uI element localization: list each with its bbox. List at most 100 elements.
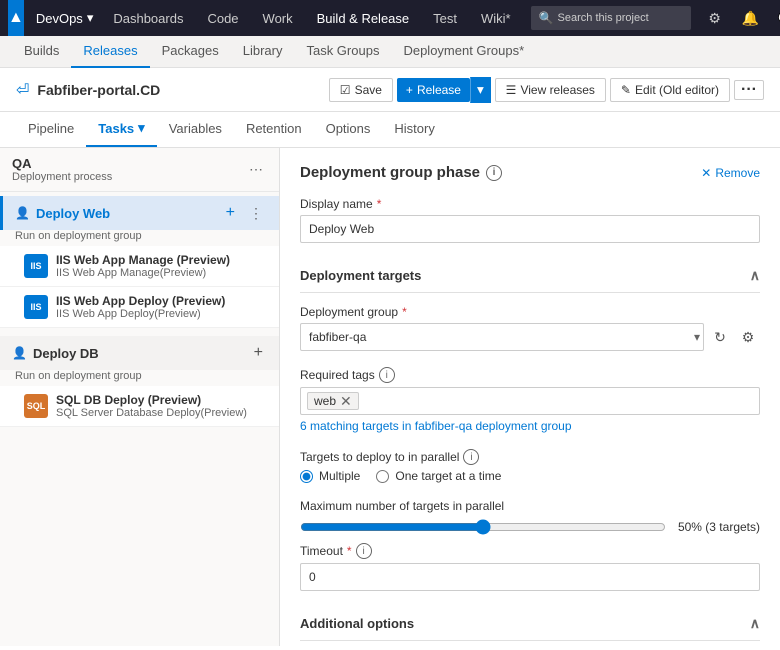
search-icon: 🔍 [539,11,554,25]
deploy-db-subtitle: Run on deployment group [0,370,279,386]
deployment-group-row: fabfiber-qa ▾ ↻ ⚙ [300,323,760,351]
deployment-group-settings-button[interactable]: ⚙ [736,325,760,349]
tab-variables[interactable]: Variables [157,111,234,147]
deployment-group-select-wrapper: fabfiber-qa ▾ [300,323,704,351]
edit-icon: ✎ [621,83,631,97]
header-actions: ☑ Save + Release ▾ ☰ View releases ✎ Edi… [329,77,764,103]
task-iis-manage-title: IIS Web App Manage (Preview) [56,253,267,267]
tab-options[interactable]: Options [314,111,383,147]
tab-history[interactable]: History [382,111,446,147]
refresh-deployment-group-button[interactable]: ↻ [708,325,732,349]
search-bar[interactable]: 🔍 Search this project [531,6,691,30]
azure-devops-logo[interactable]: ▲ [8,0,24,36]
subnav-deployment-groups[interactable]: Deployment Groups* [391,36,536,68]
remove-button[interactable]: ✕ Remove [701,166,760,180]
right-panel: Deployment group phase i ✕ Remove Displa… [280,148,780,646]
nav-dashboards[interactable]: Dashboards [101,0,195,36]
deploy-web-title: Deploy Web [36,206,216,221]
add-db-task-button[interactable]: + [250,342,267,364]
deployment-group-label: Deployment group * [300,305,760,319]
tab-retention[interactable]: Retention [234,111,314,147]
required-tags-info-icon[interactable]: i [379,367,395,383]
stage-name: QA [12,156,112,171]
display-name-section: Display name * [300,197,760,243]
list-icon: ☰ [506,83,517,97]
notifications-icon[interactable]: 🔔 [735,2,767,34]
slider-value-display: 50% (3 targets) [678,520,760,534]
stage-more-icon[interactable]: ⋯ [245,159,267,180]
deploy-db-group: 👤 Deploy DB + Run on deployment group SQ… [0,336,279,427]
tab-tasks[interactable]: Tasks ▾ [86,111,156,147]
phase-title-info-icon[interactable]: i [486,165,502,181]
nav-icon-group: ⚙ 🔔 💬 YL [699,2,780,34]
radio-multiple[interactable]: Multiple [300,469,360,483]
sql-deploy-icon: SQL [24,394,48,418]
deployment-group-select[interactable]: fabfiber-qa [300,323,704,351]
pipeline-header: ⏎ Fabfiber-portal.CD ☑ Save + Release ▾ … [0,68,780,112]
top-navigation: ▲ DevOps ▾ Dashboards Code Work Build & … [0,0,780,36]
subnav-packages[interactable]: Packages [150,36,231,68]
subnav-library[interactable]: Library [231,36,295,68]
timeout-section: Timeout * i [300,543,760,591]
nav-work[interactable]: Work [251,0,305,36]
iis-deploy-icon: IIS [24,295,48,319]
tasks-dropdown-icon: ▾ [138,120,145,136]
add-task-button[interactable]: + [222,202,239,224]
edit-old-editor-button[interactable]: ✎ Edit (Old editor) [610,78,730,102]
timeout-input[interactable] [300,563,760,591]
nav-test[interactable]: Test [421,0,469,36]
display-name-input[interactable] [300,215,760,243]
save-checkbox-icon: ☑ [340,83,351,97]
max-targets-label: Maximum number of targets in parallel [300,499,760,513]
web-tag: web ✕ [307,392,359,410]
deploy-web-group: 👤 Deploy Web + ⋮ Run on deployment group… [0,196,279,328]
matching-targets-text: 6 matching targets in fabfiber-qa deploy… [300,419,760,433]
nav-build-release[interactable]: Build & Release [305,0,422,36]
pipeline-title: Fabfiber-portal.CD [37,82,160,98]
nav-links: Dashboards Code Work Build & Release Tes… [101,0,522,36]
deployment-targets-toggle[interactable]: ∧ [750,267,760,284]
additional-options-toggle[interactable]: ∧ [750,615,760,632]
settings-icon[interactable]: ⚙ [699,2,731,34]
required-tags-section: Required tags i web ✕ 6 matching targets… [300,367,760,433]
targets-slider[interactable] [300,519,666,535]
deploy-db-group-header[interactable]: 👤 Deploy DB + [0,336,279,370]
additional-options-header: Additional options ∧ [300,607,760,641]
more-options-button[interactable]: ··· [734,80,764,100]
main-layout: QA Deployment process ⋯ 👤 Deploy Web + ⋮… [0,148,780,646]
nav-wiki[interactable]: Wiki* [469,0,523,36]
nav-code[interactable]: Code [195,0,250,36]
subnav-builds[interactable]: Builds [12,36,71,68]
deploy-web-more-icon[interactable]: ⋮ [245,203,267,224]
targets-parallel-info-icon[interactable]: i [463,449,479,465]
task-sql-deploy[interactable]: SQL SQL DB Deploy (Preview) SQL Server D… [0,386,279,427]
stage-subtitle: Deployment process [12,171,112,183]
timeout-info-icon[interactable]: i [356,543,372,559]
deploy-web-group-header[interactable]: 👤 Deploy Web + ⋮ [0,196,279,230]
person-icon: 👤 [15,206,30,220]
phase-title: Deployment group phase i [300,164,502,181]
remove-web-tag-button[interactable]: ✕ [340,394,352,408]
tags-input[interactable]: web ✕ [300,387,760,415]
plus-release-icon: + [406,83,413,97]
task-sql-deploy-subtitle: SQL Server Database Deploy(Preview) [56,407,267,419]
radio-one-at-a-time[interactable]: One target at a time [376,469,501,483]
subnav-task-groups[interactable]: Task Groups [294,36,391,68]
person-db-icon: 👤 [12,346,27,360]
task-iis-deploy-subtitle: IIS Web App Deploy(Preview) [56,308,267,320]
targets-parallel-label: Targets to deploy to in parallel i [300,449,760,465]
tab-pipeline[interactable]: Pipeline [16,111,86,147]
release-dropdown-button[interactable]: ▾ [470,77,491,103]
deployment-group-link[interactable]: fabfiber-qa deployment group [415,419,572,433]
task-iis-manage[interactable]: IIS IIS Web App Manage (Preview) IIS Web… [0,246,279,287]
remove-x-icon: ✕ [701,166,711,180]
chat-icon[interactable]: 💬 [771,2,780,34]
devops-nav-item[interactable]: DevOps ▾ [28,10,102,26]
subnav-releases[interactable]: Releases [71,36,149,68]
task-iis-manage-info: IIS Web App Manage (Preview) IIS Web App… [56,253,267,279]
task-iis-deploy[interactable]: IIS IIS Web App Deploy (Preview) IIS Web… [0,287,279,328]
view-releases-button[interactable]: ☰ View releases [495,78,606,102]
save-button[interactable]: ☑ Save [329,78,393,102]
targets-radio-group: Multiple One target at a time [300,469,760,483]
release-button[interactable]: + Release [397,78,470,102]
